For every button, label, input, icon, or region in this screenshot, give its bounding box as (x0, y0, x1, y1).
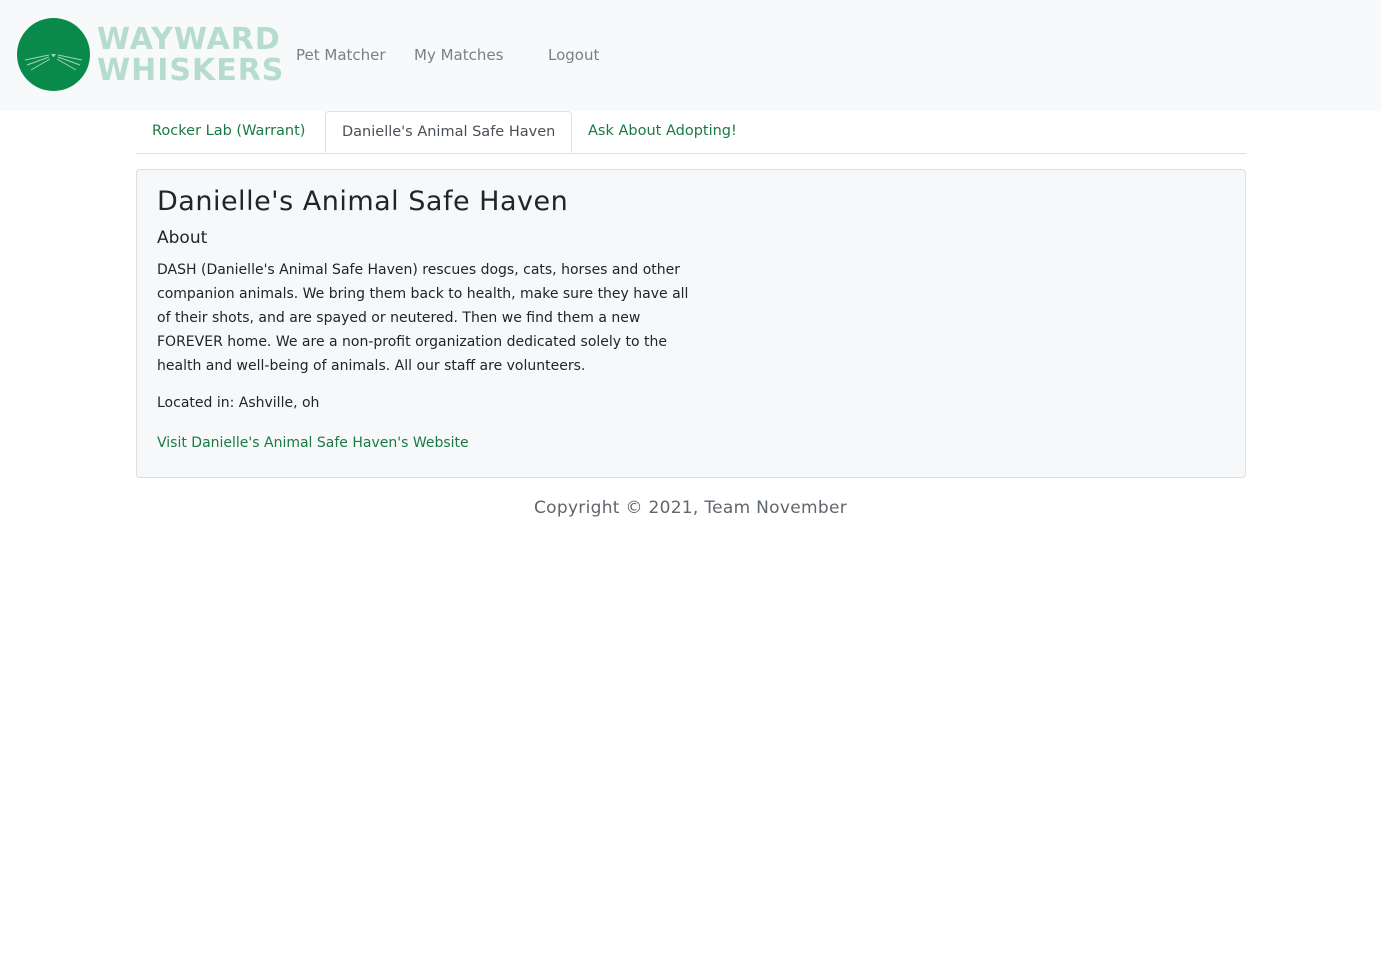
shelter-card: Danielle's Animal Safe Haven About DASH … (136, 169, 1246, 478)
brand-line-2: WHISKERS (97, 52, 285, 88)
tab-danielles-animal-safe-haven[interactable]: Danielle's Animal Safe Haven (325, 111, 573, 153)
brand-line-1: WAYWARD (97, 21, 281, 57)
tab-ask-about-adopting[interactable]: Ask About Adopting! (572, 111, 753, 152)
cat-whiskers-logo-icon (17, 18, 90, 91)
nav-logout[interactable]: Logout (548, 46, 599, 64)
brand-logo-link[interactable]: WAYWARD WHISKERS (17, 18, 284, 91)
shelter-name: Danielle's Animal Safe Haven (157, 186, 569, 217)
tab-rocker-lab[interactable]: Rocker Lab (Warrant) (136, 111, 321, 152)
footer-copyright: Copyright © 2021, Team November (533, 498, 848, 518)
shelter-website-link[interactable]: Visit Danielle's Animal Safe Haven's Web… (157, 435, 469, 451)
nav-my-matches[interactable]: My Matches (414, 46, 503, 64)
about-text: DASH (Danielle's Animal Safe Haven) resc… (157, 262, 689, 374)
nav-pet-matcher[interactable]: Pet Matcher (296, 46, 386, 64)
shelter-tabs: Rocker Lab (Warrant) Danielle's Animal S… (136, 111, 1246, 154)
brand-name: WAYWARD WHISKERS (97, 24, 284, 86)
shelter-location: Located in: Ashville, oh (157, 395, 320, 411)
navbar: WAYWARD WHISKERS Pet Matcher My Matches … (0, 0, 1381, 111)
about-heading: About (157, 228, 208, 248)
